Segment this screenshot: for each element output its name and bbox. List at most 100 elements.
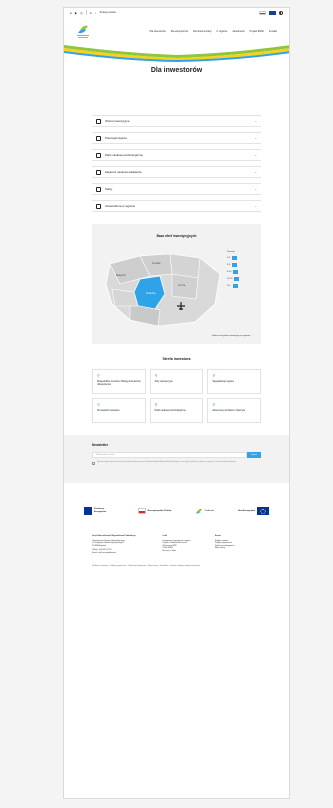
nav-item[interactable]: Dla inwestorów [150, 30, 166, 33]
accessibility-icon[interactable]: A [90, 11, 92, 15]
page-title: Dla inwestorów [150, 67, 203, 74]
search-label[interactable]: Szukaj serwisie [99, 11, 115, 14]
newsletter-submit-button[interactable]: Zapisz [247, 452, 261, 458]
legend-label: 11-15 [227, 278, 233, 280]
document-icon [96, 186, 101, 192]
nav-item[interactable]: Aktualności [232, 30, 244, 33]
chevron-down-icon: ⌄ [254, 170, 257, 174]
region-map[interactable]: Gniezno Białystok Suwałki Łomża [100, 244, 230, 334]
main-nav: Dla inwestorów Dla eksporterów Dla dokum… [150, 30, 277, 33]
footer-service: Serwis Polityka cookies Polityka prywatn… [214, 535, 235, 550]
accordion-item-research[interactable]: Zaplecze naukowo-badawcze ⌄ [92, 166, 261, 178]
all-investments-link[interactable]: Zobacz wszystkie inwestycje w regionie → [212, 335, 253, 337]
poland-logo: Rzeczpospolita Polska [137, 508, 171, 514]
map-label: Białystok [116, 274, 126, 277]
eu-funds-logo: Fundusze Europejskie [84, 507, 114, 515]
map-label: Łomża [178, 284, 186, 287]
legend-swatch [232, 256, 238, 260]
language-pl-flag[interactable] [259, 10, 266, 15]
person-icon: ⚲ [154, 402, 158, 407]
zone-card[interactable]: ⚲ Wojewódzkie Centrum Obsługi Inwestorów … [92, 369, 146, 394]
legend-label: 6-10 [227, 271, 232, 273]
utility-bar: ● ▶ ◎ A ⌕ Szukaj serwisie [64, 8, 289, 17]
legend-swatch [233, 270, 239, 274]
newsletter-section: Newsletter Podaj adres e-mail Zapisz Wyr… [64, 435, 289, 483]
map-legend: Powiaty 0-2 3-5 6-10 11-15 16+ [227, 251, 240, 291]
document-icon [96, 169, 101, 175]
accordion-label: Zaplecze naukowo-badawcze [105, 170, 142, 174]
person-icon: ⚲ [154, 373, 158, 378]
legend-label: 3-5 [227, 264, 231, 266]
person-icon: ⚲ [212, 402, 216, 407]
person-icon: ⚲ [212, 373, 216, 378]
nav-item[interactable]: Kontakt [269, 30, 277, 33]
accordion-label: Infrastruktura w regionie [105, 204, 136, 208]
map-label: Suwałki [152, 262, 161, 265]
footer-contact: Urząd Marszałkowski Województwa Podlaski… [92, 535, 136, 554]
person-icon: ⚲ [97, 373, 100, 378]
youtube-icon[interactable]: ▶ [75, 11, 77, 15]
legend-swatch [232, 284, 238, 288]
leaf-logo[interactable] [76, 22, 90, 40]
nav-item[interactable]: Projekt EWSI [250, 30, 264, 33]
hero-banner: Dla inwestorów [64, 45, 289, 115]
legend-title: Powiaty [227, 251, 235, 253]
legend-label: 16+ [227, 285, 231, 287]
map-title: Baza ofert inwestycyjnych [156, 234, 197, 238]
accordion-item-parks[interactable]: Parki naukowo-technologiczne ⌄ [92, 149, 261, 161]
accordion-item-infrastructure[interactable]: Infrastruktura w regionie ⌄ [92, 200, 261, 212]
zone-card[interactable]: ⚲ Parki naukowo-technologiczne [149, 398, 204, 423]
footer-links: Linki Inteligentne specjalizacje regionu… [162, 535, 191, 552]
consent-checkbox[interactable] [92, 462, 95, 466]
podlaskie-logo: Podlaskie [195, 507, 214, 515]
consent-text: Wyrażam zgodę na przetwarzanie moich dan… [97, 462, 237, 463]
site-footer: Urząd Marszałkowski Województwa Podlaski… [64, 529, 289, 555]
footer-bottom-links[interactable]: Podlaskie inwestycje · Polityka prywatno… [64, 555, 289, 578]
site-header: Dla inwestorów Dla eksporterów Dla dokum… [64, 17, 289, 45]
chevron-down-icon: ⌄ [254, 153, 257, 157]
zone-card[interactable]: ⚲ Specjalizacje regionu [207, 369, 261, 394]
language-en-flag[interactable] [269, 10, 276, 15]
accordion-label: Oferta inwestycyjna [105, 119, 130, 123]
person-icon: ⚲ [97, 402, 100, 407]
facebook-icon[interactable]: ● [70, 11, 72, 15]
accordion-label: Parki naukowo-technologiczne [105, 153, 143, 157]
chevron-down-icon: ⌄ [254, 119, 257, 123]
zone-card[interactable]: ⚲ Akty inwestycyjne [149, 369, 204, 394]
zone-card[interactable]: ⚲ Przewodnik inwestora [92, 398, 146, 423]
hero-waves [64, 45, 289, 62]
investor-zone-title: Strefa inwestora [162, 357, 191, 361]
chevron-down-icon: ⌄ [254, 204, 257, 208]
contrast-icon[interactable] [279, 10, 283, 15]
browser-page: ● ▶ ◎ A ⌕ Szukaj serwisie Dla inwestorów… [63, 7, 290, 799]
accordion-item-potential[interactable]: Potencjał miejsca ⌄ [92, 132, 261, 144]
accordion-label: Kadry [105, 187, 113, 191]
newsletter-email-input[interactable]: Podaj adres e-mail [92, 452, 247, 458]
chevron-down-icon: ⌄ [254, 187, 257, 191]
document-icon [96, 203, 101, 209]
instagram-icon[interactable]: ◎ [80, 11, 83, 15]
map-label: Gniezno [146, 291, 156, 295]
nav-item[interactable]: O regionie [216, 30, 227, 33]
legend-swatch [232, 263, 238, 267]
document-icon [96, 152, 101, 158]
investment-map-section: Baza ofert inwestycyjnych Gniezno Białys… [92, 224, 261, 344]
chevron-down-icon: ⌄ [254, 136, 257, 140]
newsletter-title: Newsletter [92, 443, 109, 447]
building-icon [96, 118, 101, 124]
funding-logos: Fundusze Europejskie Rzeczpospolita Pols… [64, 493, 289, 529]
zone-card[interactable]: ⚲ Zarezerwuj na Warcie i Naszymi [207, 398, 261, 423]
legend-swatch [234, 277, 240, 281]
divider [85, 10, 87, 15]
document-icon [96, 135, 101, 141]
investor-zone-cards: ⚲ Wojewódzkie Centrum Obsługi Inwestorów … [92, 369, 261, 423]
nav-item[interactable]: Dla eksporterów [171, 30, 188, 33]
nav-item[interactable]: Dla dokumentacji [193, 30, 211, 33]
accordion-item-offer[interactable]: Oferta inwestycyjna ⌄ [92, 115, 261, 127]
search-icon[interactable]: ⌕ [95, 11, 97, 15]
eu-flag-logo: Unia Europejska [238, 507, 269, 515]
legend-label: 0-2 [227, 257, 231, 259]
accordion-label: Potencjał miejsca [105, 136, 127, 140]
accordion-item-staff[interactable]: Kadry ⌄ [92, 183, 261, 195]
investor-accordion: Oferta inwestycyjna ⌄ Potencjał miejsca … [92, 115, 261, 212]
